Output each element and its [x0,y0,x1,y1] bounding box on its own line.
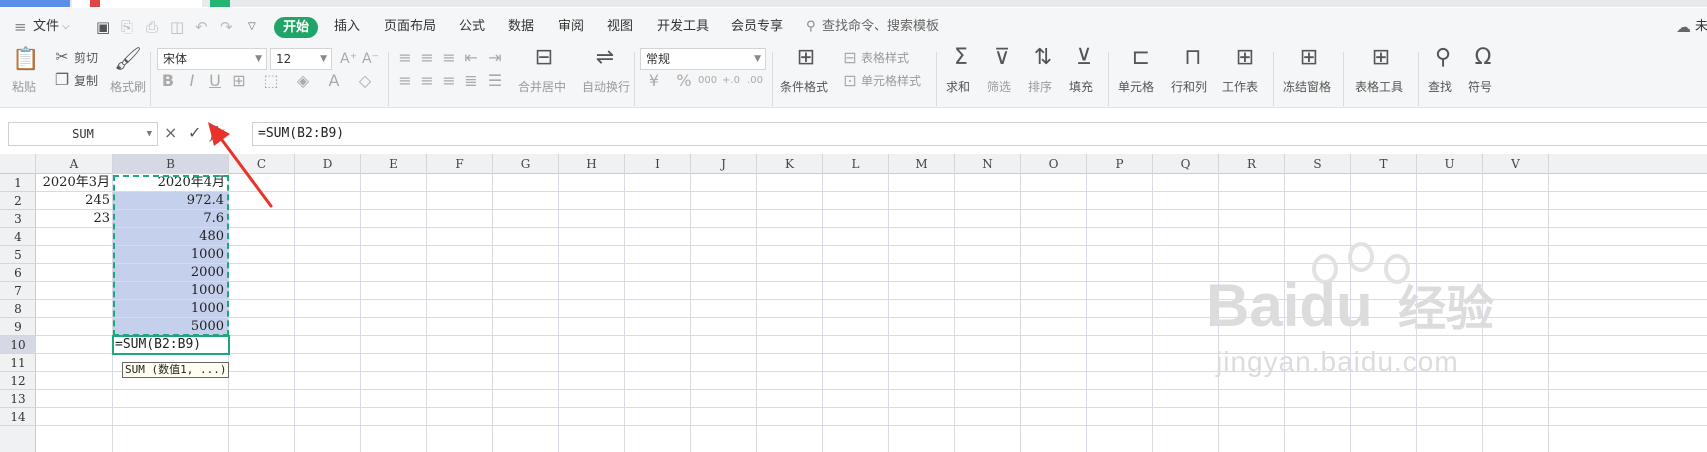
spreadsheet-app: ≡ 文件 ⌵ ▣ ⎘ ⎙ ◫ ↶ ↷ ▽ 开始 插入 页面布局 公式 数据 审阅… [0,0,1707,452]
annotation-arrow [208,122,273,208]
